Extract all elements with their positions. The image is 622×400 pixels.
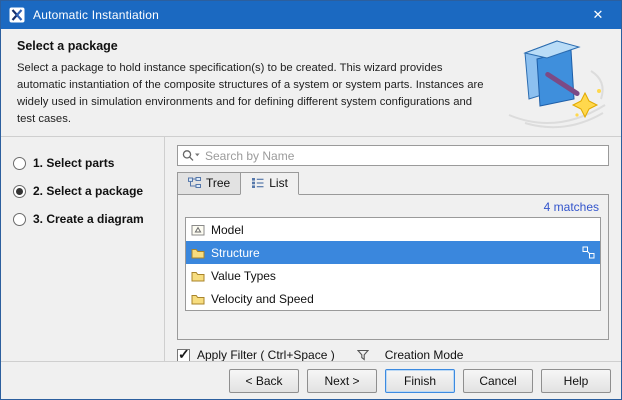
wizard-content: 1. Select parts 2. Select a package 3. C… [1, 137, 621, 361]
titlebar: Automatic Instantiation ✕ [1, 1, 621, 29]
list-item-label: Velocity and Speed [211, 292, 314, 306]
step-create-diagram[interactable]: 3. Create a diagram [1, 205, 164, 233]
step-label: 1. Select parts [33, 156, 114, 170]
package-list: Model Structure [185, 217, 601, 311]
radio-icon[interactable] [13, 157, 26, 170]
close-button[interactable]: ✕ [575, 1, 621, 29]
apply-filter-label: Apply Filter ( Ctrl+Space ) [197, 348, 335, 362]
tab-label: Tree [206, 176, 230, 190]
tab-list[interactable]: List [240, 172, 299, 195]
search-box[interactable] [177, 145, 609, 166]
finish-button[interactable]: Finish [385, 369, 455, 393]
page-description: Select a package to hold instance specif… [17, 60, 485, 128]
step-label: 3. Create a diagram [33, 212, 144, 226]
search-icon[interactable] [182, 149, 200, 162]
radio-selected-icon[interactable] [13, 185, 26, 198]
step-select-parts[interactable]: 1. Select parts [1, 149, 164, 177]
list-item-label: Model [211, 223, 244, 237]
window-title: Automatic Instantiation [33, 8, 575, 22]
search-input[interactable] [203, 148, 604, 164]
view-tabs: Tree [177, 172, 621, 195]
step-select-package[interactable]: 2. Select a package [1, 177, 164, 205]
wizard-steps-panel: 1. Select parts 2. Select a package 3. C… [1, 137, 165, 361]
next-button[interactable]: Next > [307, 369, 377, 393]
matches-count: 4 matches [185, 198, 601, 216]
app-logo-icon [9, 7, 25, 23]
back-button[interactable]: < Back [229, 369, 299, 393]
package-selection-panel: Tree [165, 137, 621, 361]
radio-icon[interactable] [13, 213, 26, 226]
list-tab-panel: 4 matches Model [177, 194, 609, 340]
apply-filter-checkbox[interactable] [177, 349, 190, 362]
list-item-model[interactable]: Model [186, 218, 600, 241]
automatic-instantiation-dialog: Automatic Instantiation ✕ Select a packa… [0, 0, 622, 400]
tree-view-icon [188, 177, 201, 189]
list-view-icon [251, 177, 264, 189]
list-item-label: Structure [211, 246, 260, 260]
cancel-button[interactable]: Cancel [463, 369, 533, 393]
tab-label: List [269, 176, 288, 190]
wizard-header: Select a package Select a package to hol… [1, 29, 621, 137]
model-icon [191, 224, 205, 236]
structure-badge-icon [582, 246, 595, 259]
folder-icon [191, 247, 205, 259]
list-item-value-types[interactable]: Value Types [186, 264, 600, 287]
list-item-structure[interactable]: Structure [186, 241, 600, 264]
filter-icon[interactable] [357, 349, 369, 361]
help-button[interactable]: Help [541, 369, 611, 393]
dialog-button-bar: < Back Next > Finish Cancel Help [1, 361, 621, 399]
list-item-velocity-and-speed[interactable]: Velocity and Speed [186, 287, 600, 310]
creation-mode-label: Creation Mode [385, 348, 464, 362]
tab-tree[interactable]: Tree [177, 172, 241, 195]
filter-options-row: Apply Filter ( Ctrl+Space ) Creation Mod… [177, 348, 609, 362]
step-label: 2. Select a package [33, 184, 143, 198]
folder-icon [191, 270, 205, 282]
wizard-illustration-icon [495, 31, 613, 131]
list-item-label: Value Types [211, 269, 276, 283]
folder-icon [191, 293, 205, 305]
